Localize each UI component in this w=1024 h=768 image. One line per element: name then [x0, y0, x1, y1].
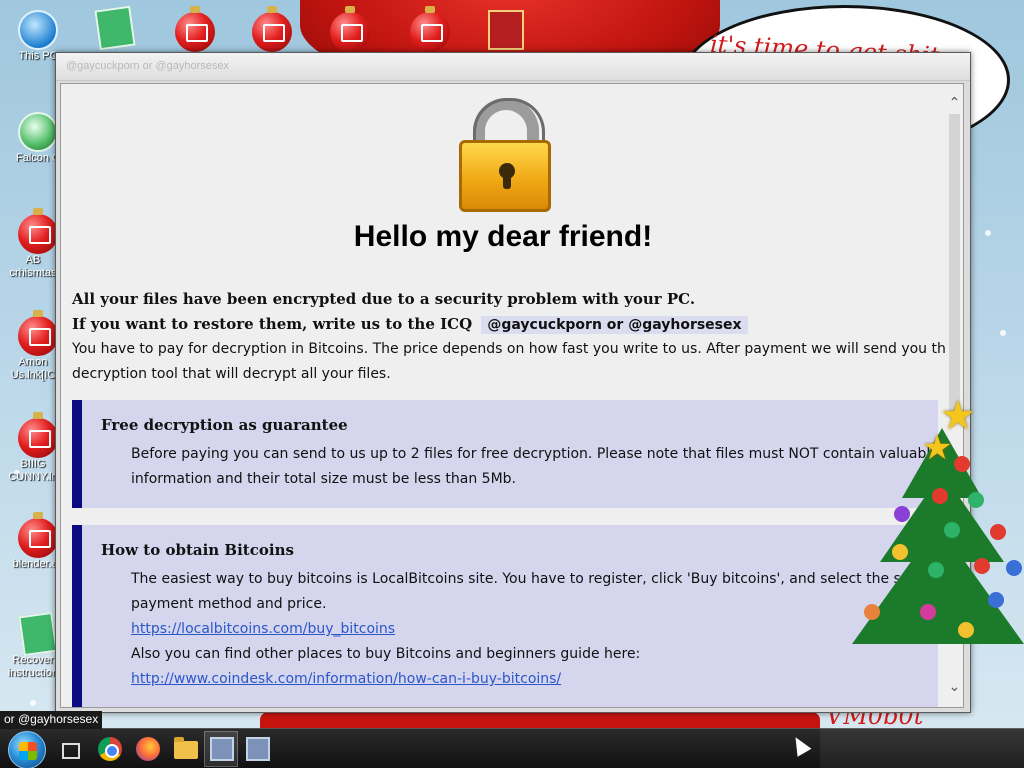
app-window-icon[interactable]	[246, 737, 270, 761]
bauble-icon	[990, 524, 1006, 540]
document-icon	[18, 611, 58, 657]
ransom-note-window[interactable]: @gaycuckporn or @gayhorsesex Hello my de…	[55, 52, 971, 713]
snowflake	[30, 700, 36, 706]
padlock-icon	[459, 98, 555, 212]
windows-logo-icon	[19, 742, 37, 760]
bauble-icon	[944, 522, 960, 538]
bitcoin-box: How to obtain Bitcoins The easiest way t…	[72, 525, 945, 707]
snowflake	[1000, 330, 1006, 336]
guarantee-box: Free decryption as guarantee Before payi…	[72, 400, 939, 508]
scroll-area: Hello my dear friend! All your files hav…	[61, 84, 945, 707]
top-ornament-icon	[175, 6, 215, 52]
desktop-icon-label: Recover instruction	[7, 654, 59, 679]
icq-instruction: If you want to restore them, write us to…	[72, 315, 473, 333]
firefox-icon[interactable]	[136, 737, 160, 761]
tree-tier	[852, 524, 1024, 644]
bitcoin-box-line: The easiest way to buy bitcoins is Local…	[131, 571, 945, 587]
folder-icon[interactable]	[174, 737, 198, 759]
chrome-icon[interactable]	[98, 737, 122, 761]
bauble-icon	[974, 558, 990, 574]
start-button[interactable]	[8, 731, 46, 768]
background-red-strip	[260, 712, 820, 728]
ornament-icon	[18, 512, 58, 558]
keyhole-icon	[499, 163, 515, 189]
scroll-thumb[interactable]	[949, 114, 960, 414]
intro-bold-line-2: If you want to restore them, write us to…	[72, 315, 748, 334]
snowflake	[985, 230, 991, 236]
ransom-note-content: Hello my dear friend! All your files hav…	[60, 83, 964, 708]
scroll-down-icon[interactable]: ⌄	[945, 676, 963, 698]
bitcoin-box-line: payment method and price.	[131, 596, 327, 612]
desktop-icon-label: AB crhismtas	[9, 254, 57, 279]
app-window-icon[interactable]	[210, 737, 234, 761]
bauble-icon	[920, 604, 936, 620]
taskbar-window-title[interactable]: or @gayhorsesex	[0, 711, 103, 729]
bauble-icon	[864, 604, 880, 620]
bauble-icon	[894, 506, 910, 522]
guarantee-box-line: Before paying you can send to us up to 2…	[131, 446, 939, 462]
top-app-icon	[488, 10, 524, 50]
bauble-icon	[988, 592, 1004, 608]
localbitcoins-link[interactable]: https://localbitcoins.com/buy_bitcoins	[131, 621, 395, 637]
top-ornament-icon	[330, 6, 370, 52]
bauble-icon	[958, 622, 974, 638]
bauble-icon	[932, 488, 948, 504]
desktop-icon-label: BIIIG CUNNY.ln	[8, 458, 58, 483]
notification-area[interactable]	[820, 728, 1024, 768]
bitcoin-box-line: Also you can find other places to buy Bi…	[131, 646, 641, 662]
intro-bold-line-1: All your files have been encrypted due t…	[72, 290, 696, 308]
bauble-icon	[928, 562, 944, 578]
top-ornament-icon	[252, 6, 292, 52]
window-titlebar[interactable]: @gaycuckporn or @gayhorsesex	[56, 53, 970, 81]
bauble-icon	[892, 544, 908, 560]
star-icon: ★	[922, 428, 953, 468]
scroll-up-icon[interactable]: ⌃	[945, 92, 963, 114]
ornament-icon	[18, 412, 58, 458]
guarantee-box-line: information and their total size must be…	[131, 471, 516, 487]
ornament-icon	[18, 208, 58, 254]
recycle-bin-icon	[18, 112, 58, 152]
guarantee-box-title: Free decryption as guarantee	[101, 416, 348, 434]
ornament-icon	[18, 310, 58, 356]
coindesk-link[interactable]: http://www.coindesk.com/information/how-…	[131, 671, 561, 687]
page-heading: Hello my dear friend!	[353, 220, 653, 253]
intro-line-2: decryption tool that will decrypt all yo…	[72, 366, 391, 382]
icq-handle: @gaycuckporn or @gayhorsesex	[481, 316, 748, 334]
intro-line-1: You have to pay for decryption in Bitcoi…	[72, 341, 945, 357]
task-view-icon[interactable]	[62, 743, 80, 759]
padlock-body	[459, 140, 551, 212]
bauble-icon	[968, 492, 984, 508]
top-ornament-icon	[410, 6, 450, 52]
bauble-icon	[1006, 560, 1022, 576]
christmas-tree-decoration: ★ ★	[850, 396, 1024, 660]
bitcoin-box-title: How to obtain Bitcoins	[101, 541, 294, 559]
computer-monitor-icon	[18, 10, 58, 50]
bauble-icon	[954, 456, 970, 472]
top-document-icon	[94, 5, 136, 51]
window-title: @gaycuckporn or @gayhorsesex	[66, 60, 229, 72]
desktop-icon-label: Amon Us.lnk[IC	[10, 356, 56, 381]
